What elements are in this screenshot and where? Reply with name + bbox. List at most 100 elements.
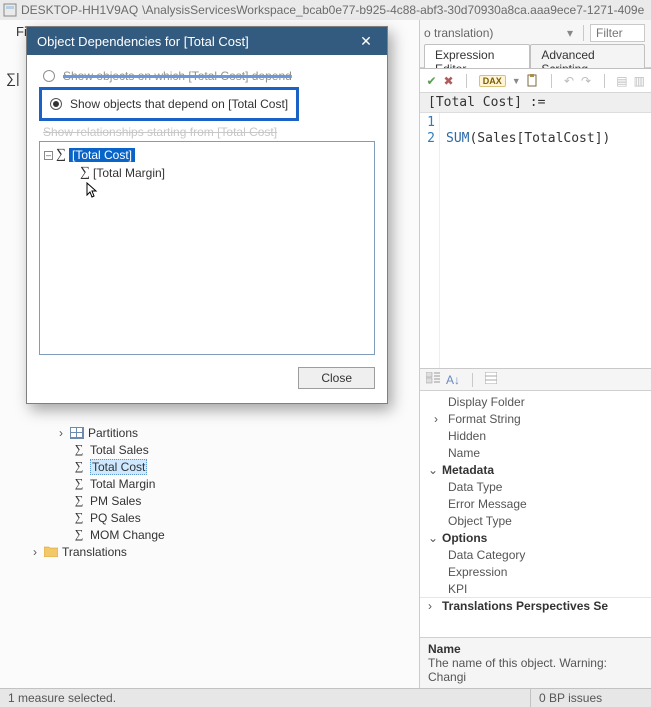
sigma-icon: ∑ xyxy=(72,511,86,525)
status-bp-issues: 0 BP issues xyxy=(531,691,651,705)
highlighted-radio-box: Show objects that depend on [Total Cost] xyxy=(39,87,299,121)
dialog-title: Object Dependencies for [Total Cost] xyxy=(37,34,349,49)
paste-icon[interactable] xyxy=(527,74,539,88)
expression-editor-pane: ✔ ✖ DAX ▼ ↶ ↷ ▤ ▥ [Total Cost] := 1 2 xyxy=(420,68,651,368)
tree-measure-item[interactable]: ∑ MOM Change xyxy=(72,526,165,543)
tree-node-partitions[interactable]: › Partitions xyxy=(56,424,165,441)
app-icon xyxy=(3,3,17,17)
cancel-icon[interactable]: ✖ xyxy=(443,74,454,88)
status-bar: 1 measure selected. 0 BP issues xyxy=(0,688,651,707)
radio-label: Show objects that depend on [Total Cost] xyxy=(70,97,288,111)
right-panel: o translation) ▾ Expression Editor Advan… xyxy=(420,20,651,688)
tree-measure-item[interactable]: ∑ Total Margin xyxy=(72,475,165,492)
tree-node-label: [Total Cost] xyxy=(69,148,135,162)
radio-label: Show relationships starting from [Total … xyxy=(43,125,277,139)
sigma-icon: ∑ xyxy=(72,460,86,474)
filter-input[interactable] xyxy=(590,24,645,42)
tree-node-label: [Total Margin] xyxy=(93,166,165,180)
dialog-titlebar[interactable]: Object Dependencies for [Total Cost] ✕ xyxy=(27,27,387,55)
chevron-right-icon: › xyxy=(30,545,40,559)
prop-row[interactable]: ›Format String xyxy=(420,410,651,427)
chevron-down-icon: ⌄ xyxy=(428,463,438,477)
folder-icon xyxy=(44,545,58,559)
dax-format-icon[interactable]: DAX xyxy=(479,75,506,87)
tree-measure-item[interactable]: ∑ PQ Sales xyxy=(72,509,165,526)
categorized-icon[interactable] xyxy=(426,372,440,387)
sort-az-icon[interactable]: A↓ xyxy=(446,373,460,387)
chevron-right-icon: › xyxy=(56,426,66,440)
sigma-icon: ∑ xyxy=(80,165,90,181)
separator xyxy=(604,74,605,88)
tree-measure-item[interactable]: ∑ Total Sales xyxy=(72,441,165,458)
tree-child-node[interactable]: ∑ [Total Margin] xyxy=(44,164,370,182)
prop-row[interactable]: Data Type xyxy=(420,478,651,495)
tree-label: MOM Change xyxy=(90,528,165,542)
property-description: Name The name of this object. Warning: C… xyxy=(420,637,651,688)
prop-row[interactable]: KPI xyxy=(420,580,651,597)
tree-label: Total Cost xyxy=(90,459,147,475)
radio-depends-upstream[interactable]: Show objects on which [Total Cost] depen… xyxy=(43,65,375,87)
sigma-icon: ∑ xyxy=(72,443,86,457)
sigma-icon: ∑ xyxy=(56,147,66,163)
prop-row[interactable]: Error Message xyxy=(420,495,651,512)
dropdown-arrow-icon[interactable]: ▼ xyxy=(512,76,521,86)
sigma-icon: ∑ xyxy=(72,477,86,491)
radio-relationships[interactable]: Show relationships starting from [Total … xyxy=(43,125,375,139)
chevron-right-icon: › xyxy=(428,599,438,613)
model-tree[interactable]: › Partitions ∑ Total Sales ∑ Total Cost … xyxy=(56,424,165,560)
tree-measure-item[interactable]: ∑ Total Cost xyxy=(72,458,165,475)
accept-icon[interactable]: ✔ xyxy=(426,74,437,88)
tree-node-translations[interactable]: › Translations xyxy=(30,543,165,560)
radio-icon xyxy=(50,98,62,110)
properties-panel: A↓ Display Folder ›Format String Hidden … xyxy=(420,368,651,688)
undo-icon[interactable]: ↶ xyxy=(564,74,575,88)
title-path: \AnalysisServicesWorkspace_bcab0e77-b925… xyxy=(142,3,644,17)
properties-toolbar: A↓ xyxy=(420,369,651,391)
prop-category[interactable]: ⌄Options xyxy=(420,529,651,546)
chevron-right-icon: › xyxy=(434,412,444,426)
status-selection: 1 measure selected. xyxy=(0,691,124,705)
comment-icon[interactable]: ▤ xyxy=(616,74,627,88)
prop-row[interactable]: Name xyxy=(420,444,651,461)
separator xyxy=(472,373,473,387)
sigma-icon: ∑ xyxy=(72,494,86,508)
prop-row[interactable]: Display Folder xyxy=(420,393,651,410)
mouse-cursor-icon xyxy=(86,182,100,203)
radio-label: Show objects on which [Total Cost] depen… xyxy=(63,69,292,83)
tree-root-node[interactable]: – ∑ [Total Cost] xyxy=(44,146,370,164)
tree-label: Total Margin xyxy=(90,477,155,491)
prop-row[interactable]: Data Category xyxy=(420,546,651,563)
prop-category[interactable]: ⌄Metadata xyxy=(420,461,651,478)
editor-measure-header: [Total Cost] := xyxy=(420,93,651,113)
property-desc-name: Name xyxy=(428,642,643,656)
properties-list[interactable]: Display Folder ›Format String Hidden Nam… xyxy=(420,391,651,637)
dependencies-tree[interactable]: – ∑ [Total Cost] ∑ [Total Margin] xyxy=(39,141,375,355)
tree-label: Translations xyxy=(62,545,127,559)
sigma-icon: ∑ xyxy=(72,528,86,542)
partitions-icon xyxy=(70,426,84,440)
collapse-icon[interactable]: – xyxy=(44,151,53,160)
tree-label: Partitions xyxy=(88,426,138,440)
tree-measure-item[interactable]: ∑ PM Sales xyxy=(72,492,165,509)
radio-dependents[interactable]: Show objects that depend on [Total Cost] xyxy=(50,93,288,115)
toolbar-fragment: o translation) xyxy=(424,26,493,40)
close-button[interactable]: Close xyxy=(298,367,375,389)
app-titlebar: DESKTOP-HH1V9AQ \AnalysisServicesWorkspac… xyxy=(0,0,651,20)
prop-row[interactable]: Expression xyxy=(420,563,651,580)
tree-label: PM Sales xyxy=(90,494,141,508)
tree-label: Total Sales xyxy=(90,443,149,457)
editor-gutter: 1 2 xyxy=(420,113,440,368)
object-dependencies-dialog: Object Dependencies for [Total Cost] ✕ S… xyxy=(26,26,388,404)
editor-code[interactable]: SUM(Sales[TotalCost]) xyxy=(440,113,610,368)
title-host: DESKTOP-HH1V9AQ xyxy=(21,3,138,17)
separator xyxy=(551,74,552,88)
prop-row[interactable]: Object Type xyxy=(420,512,651,529)
property-pages-icon[interactable] xyxy=(485,372,497,387)
uncomment-icon[interactable]: ▥ xyxy=(634,74,645,88)
prop-row[interactable]: Hidden xyxy=(420,427,651,444)
prop-category[interactable]: ›Translations Perspectives Se xyxy=(420,597,651,614)
close-icon[interactable]: ✕ xyxy=(349,29,383,53)
redo-icon[interactable]: ↷ xyxy=(581,74,592,88)
dropdown-arrow-icon[interactable]: ▾ xyxy=(563,26,577,40)
sigma-hint-icon: ∑| xyxy=(6,70,20,86)
